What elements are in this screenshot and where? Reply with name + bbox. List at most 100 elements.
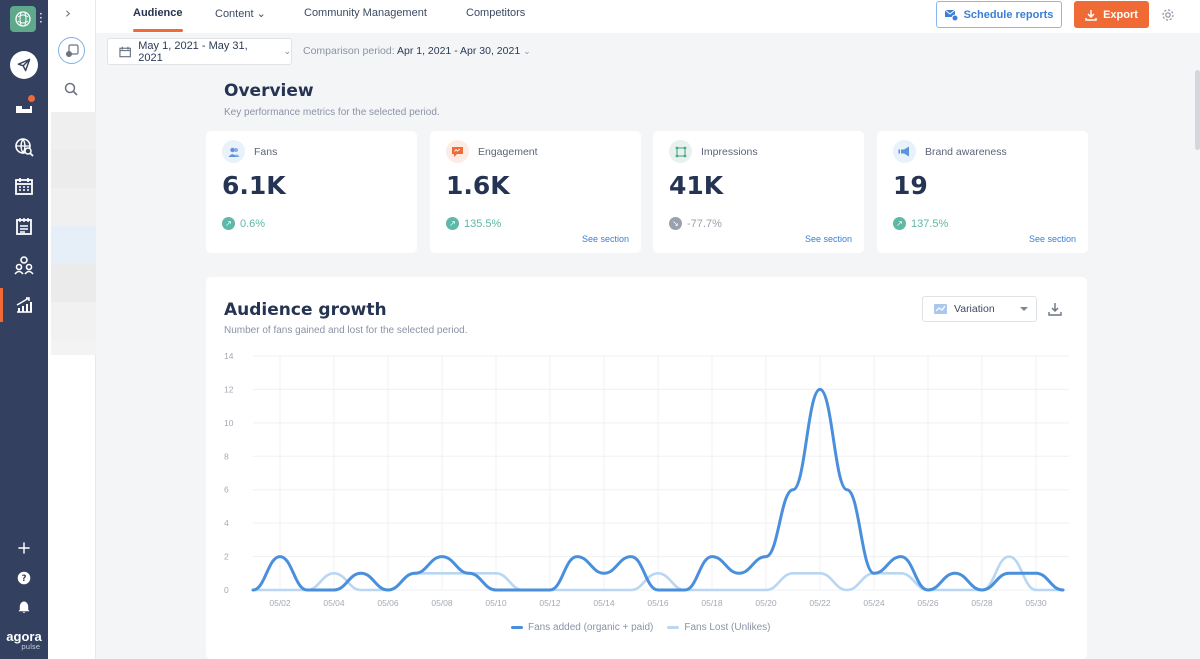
calendar-icon [15,178,33,195]
profile-item[interactable] [51,112,96,152]
expand-sidebar-icon[interactable]: › [65,4,71,22]
search-icon[interactable] [64,81,78,100]
calendar-icon [119,46,131,57]
y-tick-label: 6 [224,485,229,495]
kpi-card-fans: Fans 6.1K ↗ 0.6% [206,131,417,253]
x-tick-label: 05/10 [485,598,507,608]
export-button[interactable]: Export [1074,1,1149,28]
nav-help[interactable]: ? [0,563,48,593]
kpi-value: 1.6K [446,171,510,200]
kpi-value: 41K [669,171,724,200]
settings-gear-icon[interactable] [1161,7,1175,26]
trend-up-icon: ↗ [446,217,459,230]
legend-fans-lost[interactable]: Fans Lost (Unlikes) [667,622,771,633]
y-tick-label: 2 [224,552,229,562]
paper-plane-icon [17,58,31,72]
brain-logo-icon [15,11,31,27]
main-navigation: · · · ? agora pulse [0,0,48,659]
profile-item[interactable] [51,340,96,355]
audience-growth-subtitle: Number of fans gained and lost for the s… [224,325,468,336]
kpi-card-engagement: Engagement 1.6K ↗ 135.5% See section [430,131,641,253]
see-section-link[interactable]: See section [805,234,852,244]
kpi-delta: ↘ -77.7% [669,217,722,230]
kpi-label: Engagement [478,146,538,158]
x-tick-label: 05/04 [323,598,345,608]
workspace-logo[interactable] [10,6,36,32]
legend-fans-added[interactable]: Fans added (organic + paid) [511,622,653,633]
overview-title: Overview [224,81,314,101]
nav-calendar[interactable] [0,171,48,201]
profile-item[interactable] [51,302,96,342]
kpi-label: Fans [254,146,278,158]
see-section-link[interactable]: See section [582,234,629,244]
fans-icon [222,140,245,163]
y-tick-label: 14 [224,351,234,361]
profile-item[interactable] [51,150,96,190]
nav-publish[interactable] [0,50,48,80]
nav-team[interactable] [0,250,48,280]
kpi-card-impressions: Impressions 41K ↘ -77.7% See section [653,131,864,253]
view-mode-select[interactable]: Variation [922,296,1037,322]
profile-item[interactable] [51,226,96,266]
chat-bubble-icon [446,140,469,163]
tab-content[interactable]: Content ⌄ [215,7,266,20]
account-avatar[interactable] [58,37,85,64]
y-tick-label: 10 [224,418,234,428]
y-tick-label: 12 [224,384,234,394]
see-section-link[interactable]: See section [1029,234,1076,244]
tab-community-management[interactable]: Community Management [304,7,427,19]
chevron-down-icon: ⌄ [283,46,291,56]
nav-add[interactable] [0,533,48,563]
profile-item[interactable] [51,264,96,304]
envelope-clock-icon [944,9,958,21]
x-tick-label: 05/20 [755,598,777,608]
x-tick-label: 05/28 [971,598,993,608]
profile-item[interactable] [51,188,96,228]
x-tick-label: 05/16 [647,598,669,608]
tab-audience[interactable]: Audience [133,7,183,32]
megaphone-icon [893,140,916,163]
kpi-delta: ↗ 0.6% [222,217,265,230]
download-chart-icon[interactable] [1048,301,1062,320]
y-tick-label: 0 [224,585,229,595]
kpi-value: 6.1K [222,171,286,200]
workspace-menu-icon[interactable]: · · · [39,8,43,28]
nav-reports[interactable] [0,288,48,322]
plus-icon [18,542,30,554]
y-tick-label: 8 [224,451,229,461]
brand-logo: agora pulse [6,629,42,651]
download-icon [1085,9,1097,21]
nav-listening[interactable] [0,132,48,162]
tab-competitors[interactable]: Competitors [466,7,525,19]
social-profile-icon [65,43,79,57]
date-range-picker[interactable]: May 1, 2021 - May 31, 2021 ⌄ [107,38,292,65]
x-tick-label: 05/14 [593,598,615,608]
chevron-down-icon: ⌄ [523,46,531,56]
line-chart-icon [934,304,947,314]
page-scrollbar[interactable] [1195,70,1200,150]
account-sidebar: › [48,0,96,659]
bell-icon [18,601,30,613]
nav-notifications[interactable] [0,592,48,622]
x-tick-label: 05/30 [1025,598,1047,608]
comparison-period-select[interactable]: Comparison period: Apr 1, 2021 - Apr 30,… [303,45,531,57]
nav-planner[interactable] [0,211,48,241]
kpi-delta: ↗ 137.5% [893,217,948,230]
kpi-label: Impressions [701,146,758,158]
x-tick-label: 05/08 [431,598,453,608]
schedule-reports-button[interactable]: Schedule reports [936,1,1062,28]
y-tick-label: 4 [224,518,229,528]
nav-inbox[interactable] [0,92,48,122]
legend-swatch [667,626,680,629]
svg-text:?: ? [22,573,27,583]
x-tick-label: 05/18 [701,598,723,608]
frame-icon [669,140,692,163]
notepad-icon [16,218,32,235]
legend-swatch [511,626,523,629]
overview-subtitle: Key performance metrics for the selected… [224,107,440,118]
kpi-card-brand-awareness: Brand awareness 19 ↗ 137.5% See section [877,131,1088,253]
kpi-value: 19 [893,171,928,200]
help-icon: ? [17,571,31,585]
kpi-label: Brand awareness [925,146,1007,158]
chart-growth-icon [16,297,32,313]
